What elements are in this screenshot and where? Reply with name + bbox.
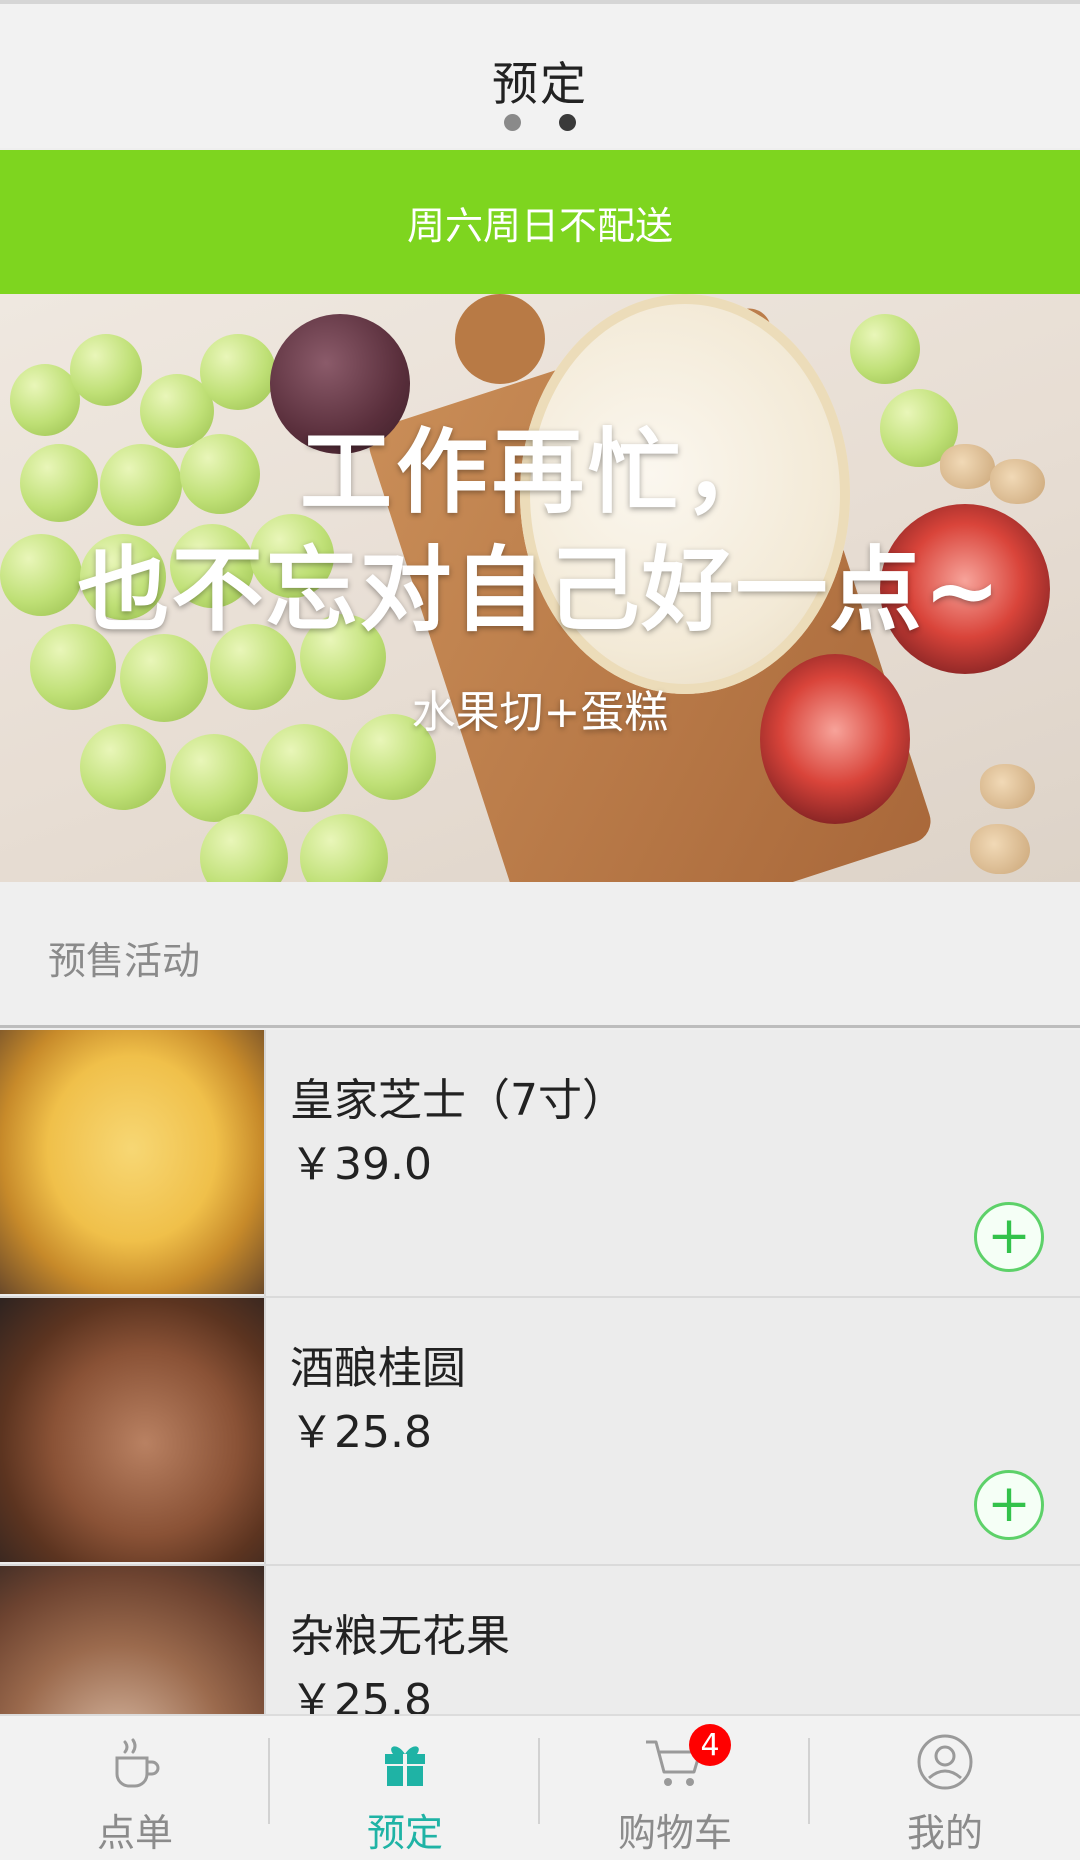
gift-icon	[370, 1730, 440, 1794]
grape	[70, 334, 142, 406]
coffee-cup-icon	[100, 1730, 170, 1794]
user-icon	[910, 1730, 980, 1794]
plus-icon: +	[987, 1473, 1031, 1534]
page-dot[interactable]	[504, 114, 521, 131]
tab-label: 预定	[366, 1811, 443, 1855]
tab-label: 点单	[96, 1811, 173, 1855]
delivery-notice: 周六周日不配送	[0, 150, 1080, 294]
thumb-divider	[264, 1030, 266, 1296]
banner-headline-2: 也不忘对自己好一点~	[77, 537, 1003, 644]
product-price: ￥25.8	[290, 1407, 432, 1458]
banner-subtitle: 水果切+蛋糕	[411, 687, 669, 738]
product-name: 杂粮无花果	[290, 1611, 510, 1662]
tab-profile[interactable]: 我的	[810, 1716, 1080, 1860]
grape	[300, 814, 388, 882]
grape	[200, 814, 288, 882]
app-root: 预定 周六周日不配送 工作再忙， 也不忘对自己好一点~ 水果切+蛋糕 预售活动 …	[0, 0, 1080, 1860]
tab-label: 购物车	[617, 1811, 732, 1855]
presale-section-header: 预售活动	[0, 882, 1080, 1028]
page-title: 预定	[492, 57, 588, 111]
grape	[170, 734, 258, 822]
page-dot-active[interactable]	[559, 114, 576, 131]
tab-label: 我的	[906, 1811, 983, 1855]
cart-count-badge: 4	[689, 1724, 731, 1766]
delivery-notice-text: 周六周日不配送	[406, 203, 673, 248]
product-item[interactable]: 酒酿桂圆 ￥25.8 +	[0, 1298, 1080, 1566]
add-to-cart-button[interactable]: +	[974, 1202, 1044, 1272]
tab-order[interactable]: 点单	[0, 1716, 270, 1860]
grape	[850, 314, 920, 384]
product-item[interactable]: 皇家芝士（7寸） ￥39.0 +	[0, 1030, 1080, 1298]
pistachio	[970, 824, 1030, 874]
pistachio	[980, 764, 1035, 809]
bottom-tab-bar: 点单 预定 4 购物车 我的	[0, 1714, 1080, 1860]
cutting-board-handle	[455, 294, 545, 384]
product-price: ￥39.0	[290, 1139, 432, 1190]
top-bar: 预定	[0, 0, 1080, 153]
product-name: 皇家芝士（7寸）	[290, 1075, 626, 1126]
thumb-divider	[264, 1298, 266, 1564]
page-indicator	[0, 114, 1080, 131]
plus-icon: +	[987, 1205, 1031, 1266]
product-thumbnail[interactable]	[0, 1298, 264, 1562]
product-name: 酒酿桂圆	[290, 1343, 466, 1394]
promo-banner[interactable]: 工作再忙， 也不忘对自己好一点~ 水果切+蛋糕	[0, 294, 1080, 882]
add-to-cart-button[interactable]: +	[974, 1470, 1044, 1540]
product-thumbnail[interactable]	[0, 1030, 264, 1294]
tab-cart[interactable]: 4 购物车	[540, 1716, 810, 1860]
tab-reserve[interactable]: 预定	[270, 1716, 540, 1860]
section-title: 预售活动	[48, 939, 201, 983]
banner-headline-1: 工作再忙，	[299, 419, 780, 526]
